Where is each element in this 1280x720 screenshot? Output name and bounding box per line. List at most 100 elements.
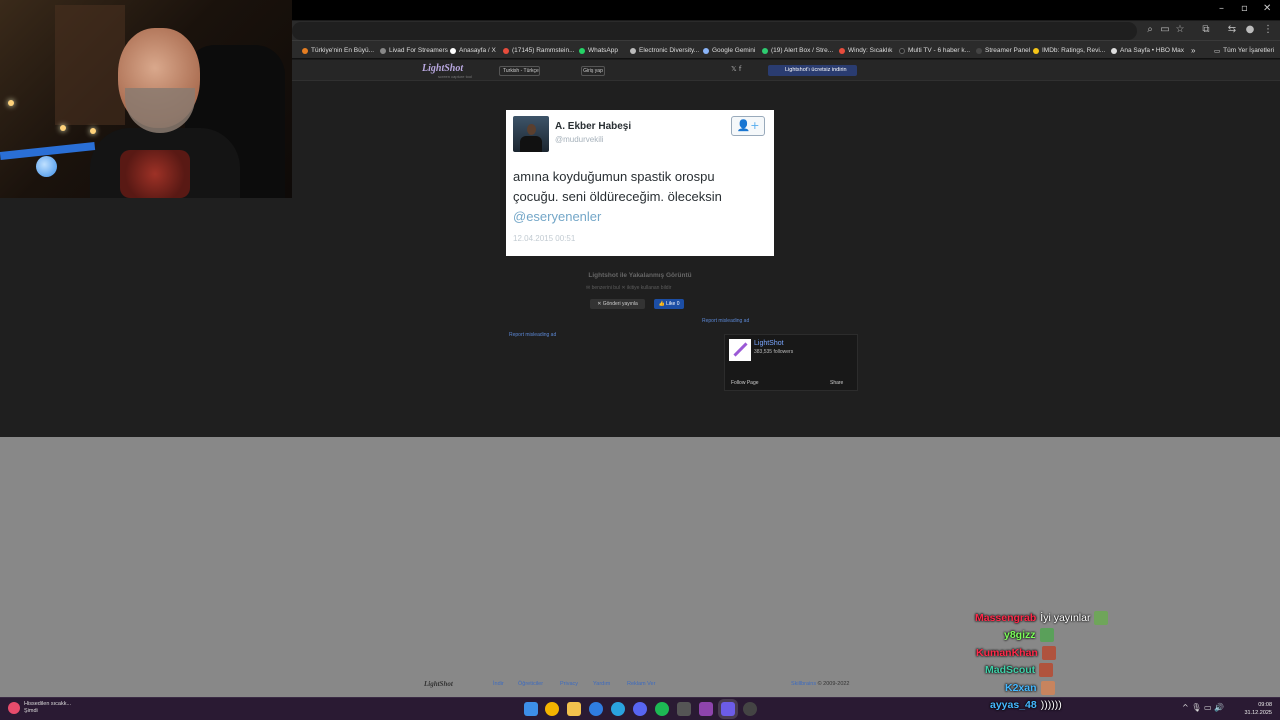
bookmark-item[interactable]: Streamer Panel — [976, 45, 1030, 56]
system-tray[interactable]: ^ 🎙 ▭ 🔊 — [1182, 703, 1224, 712]
close-button[interactable]: ✕ — [1263, 3, 1271, 14]
windy-icon — [839, 47, 845, 54]
bookmark-item[interactable]: Türkiye'nin En Büyü... — [302, 45, 374, 56]
chat-message: y8gizz — [1004, 628, 1054, 642]
image-caption: Lightshot ile Yakalanmış Görüntü — [588, 272, 692, 279]
bookmark-item[interactable]: Anasayfa / X — [450, 45, 496, 56]
footer-logo[interactable]: LightShot — [424, 680, 453, 688]
calculator-icon[interactable] — [677, 702, 691, 716]
tweet-date: 12.04.2015 00:51 — [513, 234, 576, 243]
chat-emote-icon — [1041, 646, 1056, 660]
chat-username: MadScout — [985, 664, 1036, 676]
chat-emote-icon — [1039, 628, 1054, 642]
folder-icon[interactable] — [567, 702, 581, 716]
imdb-icon — [1033, 47, 1039, 54]
bookmark-item[interactable]: WhatsApp — [579, 45, 618, 56]
screencast-icon[interactable]: ▭ — [1159, 24, 1171, 36]
image-actions[interactable]: ✉ benzerini bul ✕ ikitiye kullanan bildi… — [586, 285, 671, 291]
download-button[interactable]: Lightshot'ı ücretsiz indirin — [768, 65, 857, 76]
social-links[interactable]: 𝕏 f — [731, 65, 741, 73]
weather-icon — [8, 702, 20, 714]
follow-page-button[interactable]: Follow Page — [731, 380, 759, 386]
bookmark-item[interactable]: Electronic Diversity... — [630, 45, 699, 56]
menu-icon[interactable]: ⋮ — [1262, 24, 1274, 36]
chat-username: ayyas_48 — [990, 699, 1037, 711]
edge-icon[interactable] — [589, 702, 603, 716]
minimize-button[interactable]: – — [1219, 3, 1224, 14]
maximize-button[interactable]: ▫ — [1241, 3, 1248, 14]
search-icon[interactable]: ⌕ — [1144, 24, 1156, 36]
microphone — [36, 156, 57, 177]
bookmark-favicon-icon — [976, 47, 982, 54]
split-icon[interactable]: ⇆ — [1226, 24, 1238, 36]
share-button[interactable]: Share — [830, 380, 843, 386]
telegram-icon[interactable] — [611, 702, 625, 716]
bookmark-item[interactable]: (17145) Rammstein... — [503, 45, 575, 56]
bookmark-item[interactable]: IMDb: Ratings, Revi... — [1033, 45, 1105, 56]
chat-message: Massengrab İyi yayınlar — [975, 611, 1109, 625]
chat-username: K2xan — [1005, 682, 1037, 694]
bookmark-item[interactable]: (19) Alert Box / Stre... — [762, 45, 833, 56]
chat-text: İyi yayınlar — [1040, 612, 1091, 624]
post-button[interactable]: ✕ Gönderi yayınla — [590, 299, 645, 309]
footer-link[interactable]: Reklam Ver — [627, 681, 655, 687]
weather-widget[interactable]: Hissedilen sıcakk... Şimdi — [8, 701, 71, 715]
footer-link[interactable]: Privacy — [560, 681, 578, 687]
fb-page-name[interactable]: LightShot — [754, 340, 784, 347]
x-icon — [450, 47, 456, 54]
profile-icon[interactable]: ● — [1244, 24, 1256, 36]
report-ad-link[interactable]: Report misleading ad — [702, 318, 749, 324]
weather-subtitle: Şimdi — [24, 708, 38, 714]
windows-taskbar: Hissedilen sıcakk... Şimdi ^ 🎙 ▭ 🔊 09:08… — [0, 697, 1280, 720]
report-ad-link[interactable]: Report misleading ad — [509, 332, 556, 338]
bookmark-item[interactable]: Ana Sayfa • HBO Max — [1111, 45, 1184, 56]
bookmarks-more-button[interactable]: » — [1191, 45, 1195, 56]
weather-title: Hissedilen sıcakk... — [24, 701, 72, 707]
bookmark-item[interactable]: Multi TV - 6 haber k... — [899, 45, 970, 56]
footer-link[interactable]: Öğreticiler — [518, 681, 543, 687]
tweet-author-handle: @mudurvekili — [555, 135, 604, 144]
bookmark-item[interactable]: Google Gemini — [703, 45, 755, 56]
chat-message: MadScout — [985, 663, 1054, 677]
start-icon[interactable] — [524, 702, 538, 716]
chat-username: KumanKhan — [976, 647, 1038, 659]
bookmarks-bar: Türkiye'nin En Büyü... Livad For Streame… — [292, 41, 1280, 59]
spotify-icon[interactable] — [655, 702, 669, 716]
lightshot-logo-subtitle: screen capture tool — [438, 74, 473, 79]
page-footer: LightShot İndir Öğreticiler Privacy Yard… — [0, 678, 1280, 692]
like-button[interactable]: 👍 Like 0 — [654, 299, 684, 309]
chat-emote-icon — [1039, 663, 1054, 677]
all-bookmarks-button[interactable]: ▭ Tüm Yer İşaretleri — [1214, 45, 1274, 56]
language-select[interactable]: Turkish - Türkçe — [499, 66, 540, 76]
bookmark-item[interactable]: Windy: Sıcaklık — [839, 45, 892, 56]
login-button[interactable]: Giriş yap — [581, 66, 605, 76]
footer-link[interactable]: Yardım — [593, 681, 610, 687]
chat-message: KumanKhan — [976, 646, 1056, 660]
lightshot-logo[interactable]: LightShot — [422, 63, 463, 74]
obs-icon[interactable] — [743, 702, 757, 716]
bookmark-favicon-icon — [899, 47, 905, 54]
folder-icon: ▭ — [1214, 47, 1221, 55]
chat-message: K2xan — [1005, 681, 1055, 695]
lightshot-icon[interactable] — [721, 702, 735, 716]
discord-icon[interactable] — [633, 702, 647, 716]
address-input[interactable] — [292, 22, 1137, 40]
star-icon[interactable]: ☆ — [1174, 24, 1186, 36]
chat-message: ayyas_48 )))))) — [990, 699, 1062, 711]
whatsapp-icon — [579, 47, 585, 54]
lightshot-page-logo — [729, 339, 751, 361]
clock[interactable]: 09:08 31.12.2025 — [1240, 701, 1272, 717]
address-bar-row: ⌕ ▭ ☆ ⧉ ⇆ ● ⋮ — [292, 21, 1280, 41]
bookmark-item[interactable]: Livad For Streamers — [380, 45, 448, 56]
chat-username: y8gizz — [1004, 629, 1036, 641]
desktop: – ▫ ✕ ⌕ ▭ ☆ ⧉ ⇆ ● ⋮ Türkiye'nin En Büyü.… — [0, 0, 1280, 720]
gemini-icon — [703, 47, 709, 54]
footer-link[interactable]: İndir — [493, 681, 504, 687]
extensions-icon[interactable]: ⧉ — [1200, 24, 1212, 36]
page-bottom-area — [0, 437, 1280, 697]
next-icon[interactable] — [699, 702, 713, 716]
chrome-icon[interactable] — [545, 702, 559, 716]
bookmark-favicon-icon — [302, 47, 308, 54]
bookmark-favicon-icon — [380, 47, 386, 54]
clock-date: 31.12.2025 — [1244, 710, 1272, 716]
